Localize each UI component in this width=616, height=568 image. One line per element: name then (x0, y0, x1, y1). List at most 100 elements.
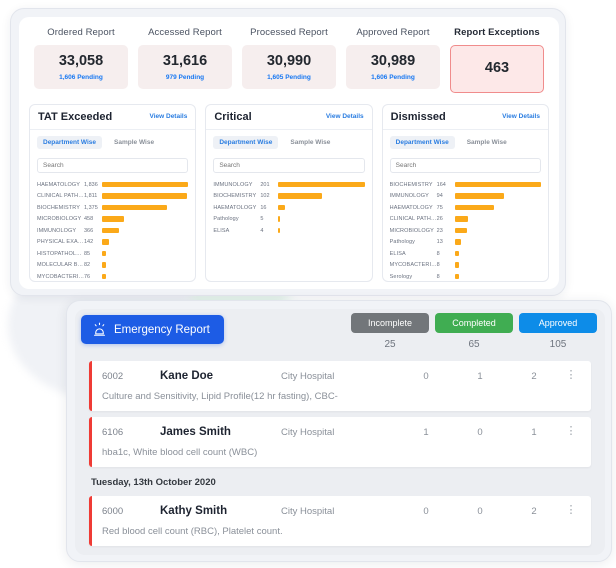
panel-body: Department Wise Sample Wise HAEMATOLOGY1,8… (30, 130, 195, 281)
chart-bar-track (102, 227, 188, 234)
chart-bar (454, 262, 459, 268)
chart-category-label: BIOCHEMISTRY (213, 193, 257, 200)
chart-value-label: 164 (436, 181, 446, 188)
chart-row: MOLECULAR BIOL...82 (37, 259, 188, 271)
panel-header: Critical View Details (206, 105, 372, 130)
analytics-panel: Critical View Details Department Wise Sampl… (205, 103, 373, 282)
chart-row: Serology 8 (390, 271, 541, 281)
chart-bar-track (102, 239, 188, 245)
kpi-value-box[interactable]: 463 (450, 45, 544, 93)
kpi-value: 33,058 (58, 53, 104, 69)
kpi-card[interactable]: Ordered Report 33,058 1,606 Pending (29, 27, 133, 93)
view-details-link[interactable]: View Details (326, 113, 364, 120)
table-row[interactable]: 6000 Kathy Smith City Hospital 0 0 2 ⋮ Red bloo… (89, 496, 591, 546)
status-filter: Completed 65 (435, 313, 513, 350)
table-row[interactable]: 6002 Kane Doe City Hospital 0 1 2 ⋮ Culture and… (89, 361, 591, 411)
table-row-main: 6000 Kathy Smith City Hospital 0 0 2 ⋮ (102, 505, 581, 517)
search-input[interactable] (389, 157, 541, 173)
view-details-link[interactable]: View Details (150, 113, 188, 120)
panel-tab[interactable]: Sample Wise (108, 136, 160, 149)
chart-category-label: HISTOPATHOLOGY (37, 250, 84, 257)
kpi-title: Ordered Report (47, 27, 115, 38)
chart-category-label: IMMUNOLOGY (213, 181, 253, 188)
status-button[interactable]: Incomplete (351, 313, 429, 333)
screenshot-root: Ordered Report 33,058 1,606 Pending Accesse… (0, 0, 616, 568)
chart-bar-track (278, 181, 365, 188)
chart-value-label: 201 (260, 181, 270, 188)
panel-title: Critical (214, 110, 252, 123)
chart-value-label: 1,836 (84, 181, 98, 188)
panel-tab[interactable]: Sample Wise (284, 136, 336, 149)
chart-category-label: MYCOBACTERIOLO... (389, 262, 437, 269)
row-tests: Red blood cell count (RBC), Platelet cou… (102, 526, 283, 537)
chart-row: IMMUNOLOGY 94 (390, 190, 541, 202)
chart-bar (454, 273, 459, 280)
kpi-value: 30,989 (370, 53, 416, 69)
kpi-value-box[interactable]: 33,058 1,606 Pending (34, 45, 128, 89)
kpi-card[interactable]: Processed Report 30,990 1,605 Pending (237, 27, 341, 93)
chart-bar (278, 216, 281, 222)
kpi-card[interactable]: Report Exceptions 463 (445, 27, 549, 93)
chart-bar (278, 227, 281, 234)
emergency-report-card: 6002 Kane Doe City Hospital 0 1 2 ⋮ Culture and… (66, 300, 612, 562)
chart-bar-track (454, 193, 541, 199)
chart-category-label: MICROBIOLOGY (37, 216, 82, 223)
status-count: 25 (384, 339, 396, 350)
kpi-title: Accessed Report (148, 27, 222, 38)
table-row[interactable]: 6106 James Smith City Hospital 1 0 1 ⋮ hba1c, W… (89, 417, 591, 467)
emergency-report-table: 6002 Kane Doe City Hospital 0 1 2 ⋮ Culture and… (89, 361, 591, 552)
row-more-menu-icon[interactable]: ⋮ (561, 426, 581, 437)
bar-chart: HAEMATOLOGY1,836CLINICAL PATHOL...1,811B… (37, 179, 189, 281)
row-incomplete-count: 0 (423, 505, 429, 517)
chart-bar-track (278, 204, 364, 211)
status-button[interactable]: Completed (435, 313, 513, 333)
panel-tab[interactable]: Department Wise (213, 135, 279, 149)
search-input[interactable] (213, 157, 365, 173)
chart-row: BIOCHEMISTRY 1,375 (37, 202, 188, 214)
bar-chart: BIOCHEMISTRY 164 IMMUNOLOGY 94 HAEMATOLOGY 75… (389, 179, 541, 281)
chart-value-label: 102 (260, 193, 270, 200)
chart-bar-track (102, 262, 188, 268)
chart-category-label: ELISA (389, 250, 406, 257)
status-count: 105 (549, 339, 567, 350)
search-input[interactable] (37, 157, 189, 173)
chart-value-label: 75 (436, 204, 443, 211)
analytics-panels: TAT Exceeded View Details Department Wise S… (29, 103, 549, 282)
row-hospital: City Hospital (281, 370, 335, 382)
chart-category-label: MICROBIOLOGY (389, 227, 434, 234)
chart-bar (454, 193, 505, 199)
row-more-menu-icon[interactable]: ⋮ (561, 505, 581, 516)
row-hospital: City Hospital (281, 505, 335, 517)
kpi-card[interactable]: Approved Report 30,989 1,606 Pending (341, 27, 445, 93)
panel-tab[interactable]: Department Wise (37, 135, 103, 149)
chart-bar-track (102, 204, 188, 211)
row-approved-count: 2 (531, 370, 537, 382)
chart-value-label: 5 (260, 216, 264, 223)
row-completed-count: 0 (477, 426, 483, 438)
chart-bar-track (102, 216, 188, 222)
row-approved-count: 2 (531, 505, 537, 517)
chart-row: PHYSICAL EXAMIN...142 (37, 236, 188, 248)
panel-tab[interactable]: Sample Wise (461, 136, 513, 149)
chart-value-label: 366 (84, 227, 94, 234)
status-button[interactable]: Approved (519, 313, 597, 333)
chart-bar (102, 273, 106, 280)
row-approved-count: 1 (531, 426, 537, 438)
emergency-report-button-label: Emergency Report (114, 323, 210, 336)
chart-bar (102, 227, 120, 234)
panel-tab[interactable]: Department Wise (389, 135, 455, 149)
chart-category-label: ELISA (213, 227, 230, 234)
chart-bar-track (278, 193, 364, 199)
kpi-value-box[interactable]: 30,990 1,605 Pending (242, 45, 336, 89)
kpi-value-box[interactable]: 31,616 979 Pending (138, 45, 232, 89)
chart-category-label: Pathology (213, 216, 239, 223)
panel-body: Department Wise Sample Wise IMMUNOLOGY 201B… (206, 130, 371, 237)
chart-value-label: 142 (84, 239, 94, 246)
chart-bar-track (102, 273, 188, 280)
kpi-card[interactable]: Accessed Report 31,616 979 Pending (133, 27, 237, 93)
view-details-link[interactable]: View Details (502, 113, 540, 120)
emergency-report-button[interactable]: Emergency Report (81, 315, 224, 344)
analytics-panel: TAT Exceeded View Details Department Wise S… (29, 103, 197, 282)
kpi-value-box[interactable]: 30,989 1,606 Pending (346, 45, 440, 89)
row-more-menu-icon[interactable]: ⋮ (561, 370, 581, 381)
